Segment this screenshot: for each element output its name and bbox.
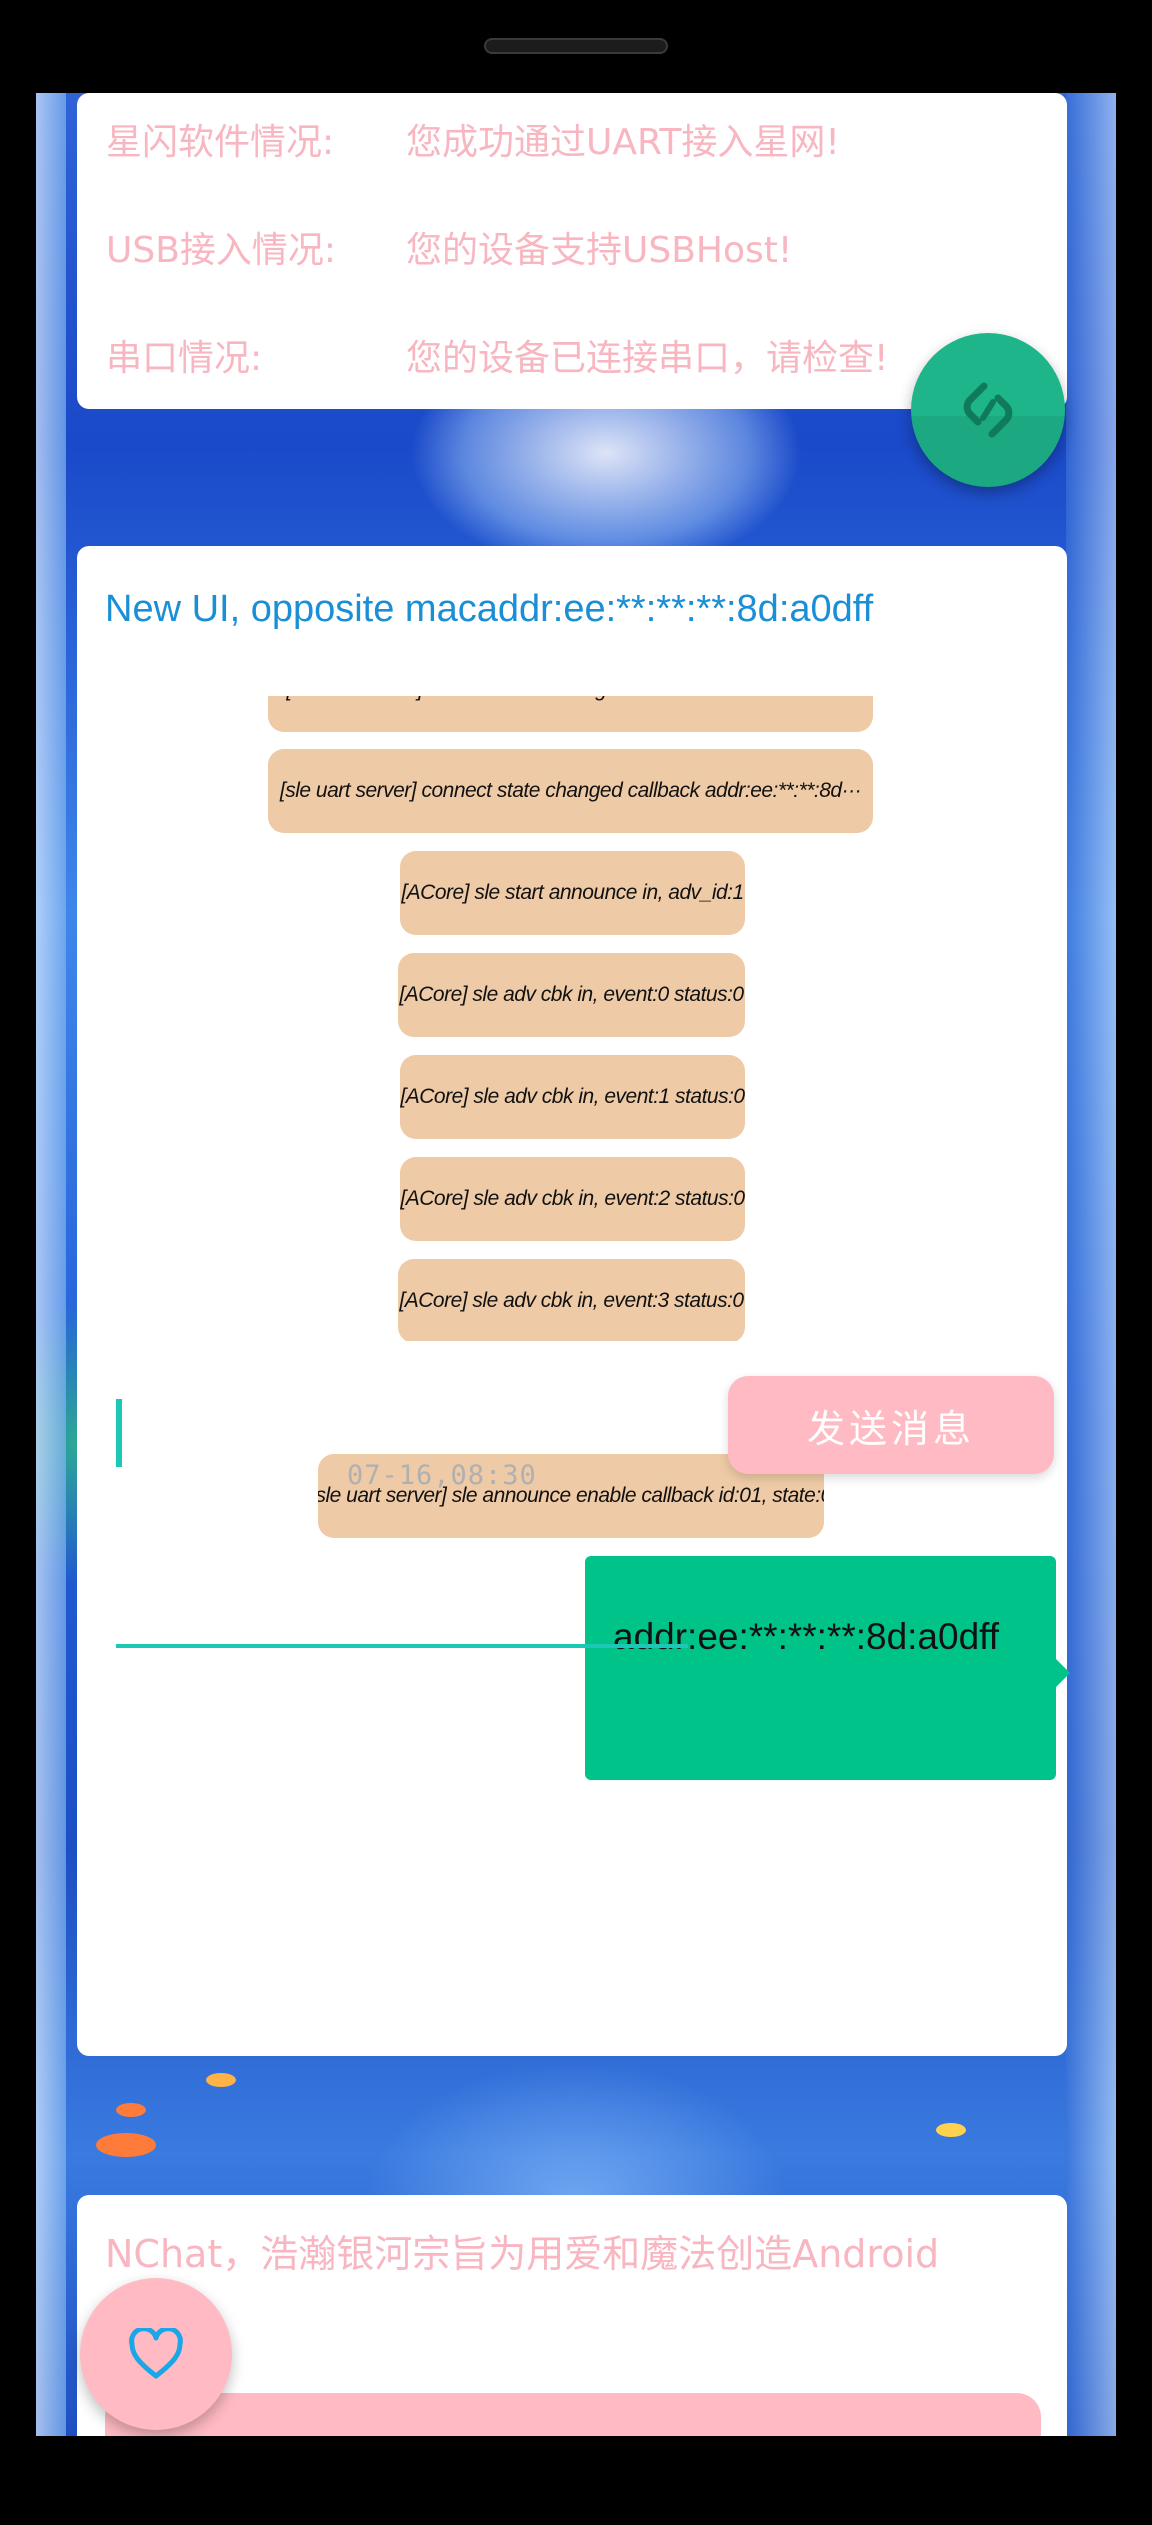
- received-message: [ACore] sle adv cbk in, event:0 status:0: [398, 953, 745, 1037]
- earpiece-speaker: [484, 38, 668, 54]
- send-message-button[interactable]: 发送消息: [728, 1376, 1054, 1474]
- connection-status-card: 星闪软件情况: 您成功通过UART接入星网! USB接入情况: 您的设备支持USBH…: [77, 93, 1067, 409]
- wallpaper-edge-left: [36, 93, 66, 2436]
- status-label: 星闪软件情况:: [106, 122, 335, 163]
- message-input-underline: [116, 1644, 688, 1648]
- received-message: [sle uart server] connect state changed …: [268, 749, 873, 833]
- received-message: [ACore] sle start announce in, adv_id:1: [400, 851, 745, 935]
- favorite-fab[interactable]: [80, 2278, 232, 2430]
- wallpaper-fish: [116, 2103, 146, 2117]
- about-text: NChat，浩瀚银河宗旨为用爱和魔法创造Android: [105, 2232, 940, 2276]
- wallpaper-fish: [936, 2123, 966, 2137]
- status-value: 您的设备支持USBHost!: [406, 230, 793, 271]
- sent-message: addr:ee:**:**:**:8d:a0dff: [585, 1556, 1070, 1780]
- status-row-serial: 串口情况: 您的设备已连接串口，请检查!: [106, 329, 888, 381]
- wallpaper-fish: [96, 2133, 156, 2157]
- status-row-usb: USB接入情况: 您的设备支持USBHost!: [106, 221, 792, 273]
- heart-icon: [129, 2328, 183, 2379]
- status-value: 您的设备已连接串口，请检查!: [406, 338, 889, 379]
- message-input[interactable]: [116, 1396, 692, 1488]
- about-action-button[interactable]: [105, 2393, 1041, 2436]
- link-icon: [963, 382, 1013, 438]
- about-card: NChat，浩瀚银河宗旨为用爱和魔法创造Android: [77, 2195, 1067, 2436]
- status-label: USB接入情况:: [106, 230, 337, 271]
- sent-message-text: addr:ee:**:**:**:8d:a0dff: [613, 1616, 1000, 1657]
- chat-card: New UI, opposite macaddr:ee:**:**:**:8d:…: [77, 546, 1070, 2056]
- received-message: [sle uart server] connect state changed …: [268, 696, 873, 732]
- wallpaper-edge-right: [1066, 93, 1116, 2436]
- connect-fab[interactable]: [911, 333, 1065, 487]
- received-message: [ACore] sle adv cbk in, event:3 status:0: [398, 1259, 745, 1341]
- received-message: [ACore] sle adv cbk in, event:2 status:0: [400, 1157, 745, 1241]
- message-list[interactable]: [sle uart server] connect state changed …: [77, 696, 1067, 1341]
- status-label: 串口情况:: [106, 338, 263, 379]
- wallpaper-fish: [206, 2073, 236, 2087]
- status-row-starflash: 星闪软件情况: 您成功通过UART接入星网!: [106, 113, 840, 165]
- chat-title: New UI, opposite macaddr:ee:**:**:**:8d:…: [105, 588, 874, 630]
- received-message: [ACore] sle adv cbk in, event:1 status:0: [400, 1055, 745, 1139]
- status-value: 您成功通过UART接入星网!: [406, 122, 840, 163]
- phone-frame: 星闪软件情况: 您成功通过UART接入星网! USB接入情况: 您的设备支持USBH…: [0, 0, 1152, 2525]
- app-screen: 星闪软件情况: 您成功通过UART接入星网! USB接入情况: 您的设备支持USBH…: [36, 93, 1116, 2436]
